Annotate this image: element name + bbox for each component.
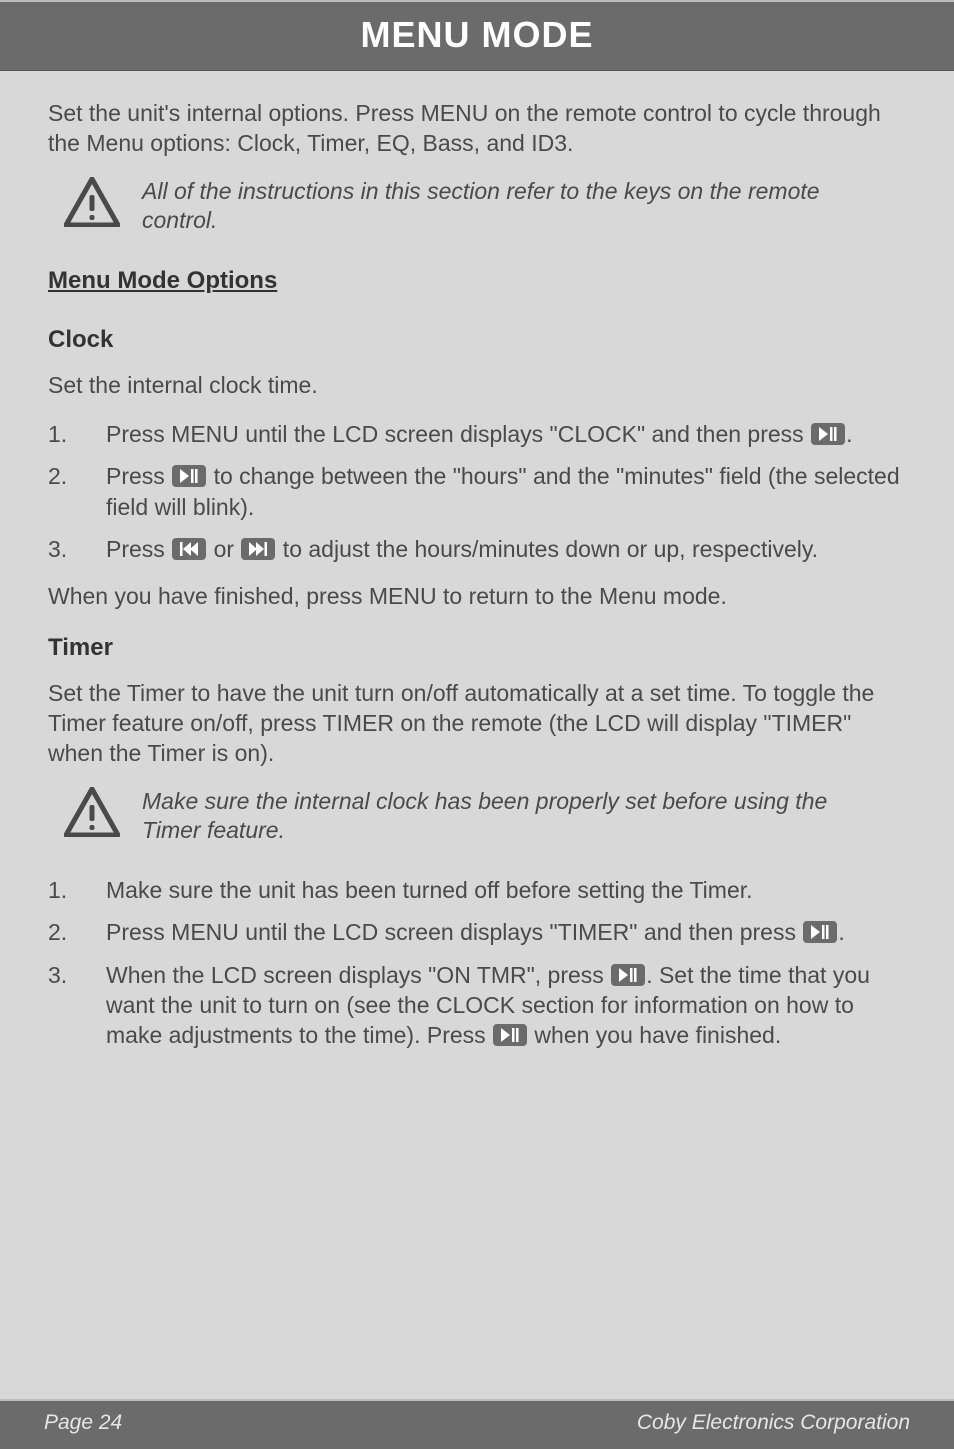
step-body: Press MENU until the LCD screen displays…: [106, 419, 906, 449]
play-pause-icon: [493, 1024, 527, 1046]
timer-step-2: 2. Press MENU until the LCD screen displ…: [48, 917, 906, 947]
section-title: Menu Mode Options: [48, 265, 906, 296]
warning-icon: [64, 177, 120, 235]
step-text: to adjust the hours/minutes down or up, …: [276, 536, 818, 562]
page-content: Set the unit's internal options. Press M…: [0, 71, 954, 1399]
note-remote-keys: All of the instructions in this section …: [64, 177, 906, 235]
clock-step-2: 2. Press to change between the "hours" a…: [48, 461, 906, 522]
step-body: Press MENU until the LCD screen displays…: [106, 917, 906, 947]
step-text: .: [838, 919, 844, 945]
timer-section: Timer Set the Timer to have the unit tur…: [48, 632, 906, 1051]
step-text: Press: [106, 463, 171, 489]
timer-step-3: 3. When the LCD screen displays "ON TMR"…: [48, 960, 906, 1051]
step-text: Press: [106, 536, 171, 562]
clock-title: Clock: [48, 324, 906, 355]
timer-steps: 1. Make sure the unit has been turned of…: [48, 875, 906, 1051]
page-number: Page 24: [44, 1411, 122, 1435]
step-text: to change between the "hours" and the "m…: [106, 463, 900, 519]
skip-prev-icon: [172, 538, 206, 560]
clock-step-1: 1. Press MENU until the LCD screen displ…: [48, 419, 906, 449]
play-pause-icon: [172, 465, 206, 487]
step-body: Make sure the unit has been turned off b…: [106, 875, 906, 905]
step-text: when you have finished.: [528, 1022, 781, 1048]
step-number: 3.: [48, 534, 86, 564]
step-body: Press or to adjust the hours/minutes dow…: [106, 534, 906, 564]
step-body: Press to change between the "hours" and …: [106, 461, 906, 522]
skip-next-icon: [241, 538, 275, 560]
timer-title: Timer: [48, 632, 906, 663]
step-number: 1.: [48, 419, 86, 449]
play-pause-icon: [803, 921, 837, 943]
step-number: 3.: [48, 960, 86, 1051]
step-text: .: [846, 421, 852, 447]
intro-text: Set the unit's internal options. Press M…: [48, 99, 906, 159]
clock-desc: Set the internal clock time.: [48, 371, 906, 401]
step-number: 2.: [48, 461, 86, 522]
note-timer: Make sure the internal clock has been pr…: [64, 787, 906, 845]
footer-corp: Coby Electronics Corporation: [637, 1411, 910, 1435]
page-footer: Page 24 Coby Electronics Corporation: [0, 1399, 954, 1449]
step-text: Press MENU until the LCD screen displays…: [106, 919, 802, 945]
timer-desc: Set the Timer to have the unit turn on/o…: [48, 679, 906, 769]
page-title: MENU MODE: [361, 14, 594, 55]
page-header: MENU MODE: [0, 0, 954, 71]
step-text: When the LCD screen displays "ON TMR", p…: [106, 962, 610, 988]
note-text: All of the instructions in this section …: [142, 177, 870, 235]
warning-icon: [64, 787, 120, 845]
step-body: When the LCD screen displays "ON TMR", p…: [106, 960, 906, 1051]
step-number: 1.: [48, 875, 86, 905]
play-pause-icon: [611, 964, 645, 986]
step-number: 2.: [48, 917, 86, 947]
clock-steps: 1. Press MENU until the LCD screen displ…: [48, 419, 906, 564]
clock-step-3: 3. Press or to adjust the hours/minutes …: [48, 534, 906, 564]
clock-after: When you have finished, press MENU to re…: [48, 582, 906, 612]
step-text: Press MENU until the LCD screen displays…: [106, 421, 810, 447]
timer-step-1: 1. Make sure the unit has been turned of…: [48, 875, 906, 905]
play-pause-icon: [811, 423, 845, 445]
step-text: or: [207, 536, 240, 562]
note-text: Make sure the internal clock has been pr…: [142, 787, 870, 845]
